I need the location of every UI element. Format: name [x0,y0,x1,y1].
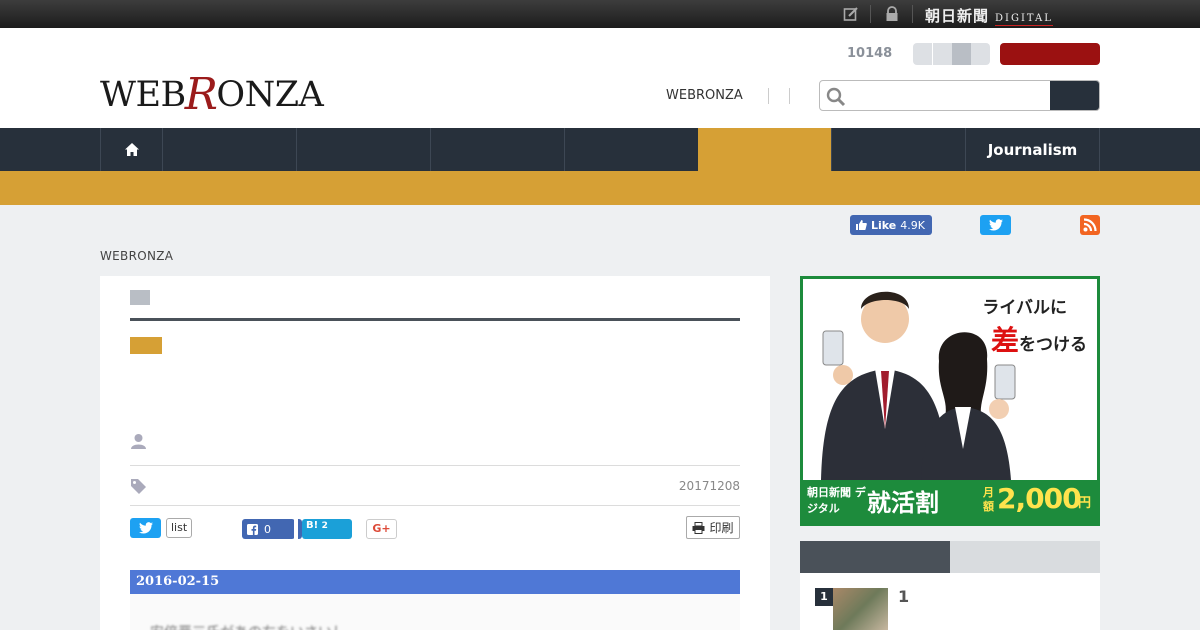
divider [130,505,740,506]
category-label [130,290,150,305]
nav-tab-label: Journalism [987,140,1078,159]
topbar-divider [870,5,871,23]
home-icon [124,143,139,156]
header-mini-button[interactable] [952,43,971,65]
asahi-logo-jp: 朝日新聞 [925,7,990,25]
header-mini-button[interactable] [913,43,932,65]
nav-tab[interactable] [162,128,296,171]
nav-tab-home[interactable] [100,128,162,171]
ad-price: 2,000 [997,482,1082,515]
ranking-list: 1 1 [800,573,1100,630]
main-nav: Journalism [0,128,1200,171]
topbar-divider [912,5,913,23]
divider [130,465,740,466]
logo-part-web: WEB [100,75,186,115]
print-label: 印刷 [709,521,734,535]
header-mini-button[interactable] [971,43,990,65]
hatena-count: 2 [321,521,328,531]
twitter-follow-button[interactable] [980,215,1011,235]
article-image-text: 安倍晋三氏があの左をいさいし [150,622,346,630]
ranking-thumbnail[interactable] [833,588,888,630]
sub-nav-bar [0,171,1200,205]
title-divider [130,318,740,321]
nav-tab[interactable] [296,128,430,171]
article-image-header: 2016-02-15 [130,570,740,594]
facebook-share-tail [294,519,302,539]
facebook-share-count: 0 [264,522,271,536]
printer-icon [692,521,705,534]
breadcrumb[interactable]: WEBRONZA [100,249,173,263]
nav-tab-active[interactable] [698,128,831,171]
article-badge [130,337,162,354]
logo-part-r: R [184,69,218,120]
ranking-tab-active[interactable] [800,541,950,573]
facebook-like-button[interactable]: Like 4.9K [850,215,932,235]
ad-price-unit: 月額 [983,486,994,513]
twitter-bird-icon [988,219,1003,231]
header-divider [789,88,790,104]
search-icon [826,87,846,107]
member-count: 10148 [847,46,893,61]
ad-campaign: 就活割 [867,489,939,517]
facebook-share-button[interactable]: 0 [242,519,302,539]
login-button[interactable] [1000,43,1100,65]
hatena-bookmark-button[interactable]: B! 2 [302,519,352,539]
header-mini-button[interactable] [933,43,952,65]
ranking-item-title[interactable]: 1 [898,587,909,606]
digital-logo-text: DIGITAL [995,13,1053,26]
header-divider [768,88,769,104]
google-plus-button[interactable]: G+ [366,519,397,539]
ad-headline: ライバルに [982,298,1067,318]
search-button[interactable] [1050,81,1099,110]
article-card: 20171208 list 0 B! 2 G+ 印刷 2016-02-15 安倍… [100,276,770,630]
nav-tab[interactable] [430,128,564,171]
print-button[interactable]: 印刷 [686,516,740,539]
ranking-tabs [800,541,1100,573]
ad-subheadline-rest: をつける [1019,335,1087,355]
ad-photo-area: ライバルに 差をつける [803,279,1097,480]
twitter-bird-icon [138,522,153,534]
ranking-number: 1 [815,588,833,606]
ad-currency: 円 [1078,496,1092,511]
tag-icon [131,479,146,494]
header-link-webronza[interactable]: WEBRONZA [666,88,743,103]
ad-brand: 朝日新聞 デジタル [807,486,866,515]
asahi-digital-logo[interactable]: 朝日新聞 DIGITAL [925,5,1053,26]
search-input[interactable] [852,81,1050,110]
advertisement-banner[interactable]: ライバルに 差をつける 朝日新聞 デジタル 就活割 月額 2,000 円 [800,276,1100,526]
facebook-icon [247,523,258,535]
article-date: 20171208 [678,479,740,493]
thumbs-up-icon [856,220,867,230]
facebook-like-label: Like [871,218,897,232]
rss-button[interactable] [1080,215,1100,235]
lock-icon[interactable] [884,6,900,22]
ad-subheadline: 差をつける [991,319,1087,359]
nav-tab[interactable] [831,128,965,171]
edit-icon[interactable] [843,6,859,22]
webronza-logo[interactable]: WEBRONZA [100,66,324,120]
ad-offer-bar: 朝日新聞 デジタル 就活割 月額 2,000 円 [803,480,1097,523]
author-icon [131,434,146,449]
ad-highlight: 差 [990,324,1019,357]
nav-tab-journalism[interactable]: Journalism [965,128,1100,171]
rss-icon [1083,218,1097,232]
nav-tab[interactable] [564,128,698,171]
ranking-tab[interactable] [950,541,1100,573]
twitter-share-button[interactable] [130,518,161,538]
twitter-list-count[interactable]: list [166,518,193,538]
search-box [819,80,1100,111]
hatena-icon: B! [306,520,319,531]
facebook-like-count: 4.9K [900,218,925,232]
site-header: WEBRONZA 10148 WEBRONZA [0,28,1200,128]
top-bar: 朝日新聞 DIGITAL [0,0,1200,28]
logo-part-onza: ONZA [216,75,324,115]
